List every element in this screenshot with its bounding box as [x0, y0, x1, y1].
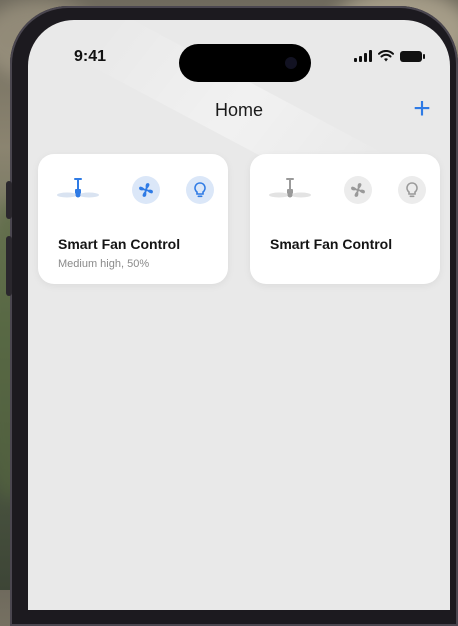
fan-icon — [351, 183, 365, 197]
device-name: Smart Fan Control — [270, 236, 393, 252]
fan-icon — [139, 183, 153, 197]
app-screen: 9:41 Home + Smart Fan Control Medium hig… — [28, 20, 450, 610]
bulb-icon — [406, 182, 418, 198]
device-status: Medium high, 50% — [58, 258, 150, 270]
device-controls — [56, 176, 216, 206]
page-title: Home — [214, 100, 263, 120]
fan-toggle-button[interactable] — [344, 176, 372, 204]
side-button — [6, 236, 12, 296]
light-toggle-button[interactable] — [398, 176, 426, 204]
status-time: 9:41 — [74, 48, 107, 65]
status-icons — [354, 50, 425, 62]
phone-frame: 9:41 Home + Smart Fan Control Medium hig… — [6, 6, 458, 626]
ceiling-fan-icon[interactable] — [268, 176, 312, 206]
side-button — [6, 181, 12, 219]
device-name: Smart Fan Control — [58, 236, 181, 252]
device-card[interactable]: Smart Fan Control — [250, 154, 440, 284]
device-controls — [268, 176, 428, 206]
light-toggle-button[interactable] — [186, 176, 214, 204]
bulb-icon — [194, 182, 206, 198]
battery-icon — [400, 50, 425, 62]
device-card[interactable]: Smart Fan Control Medium high, 50% — [38, 154, 228, 284]
add-device-button[interactable]: + — [406, 94, 438, 126]
fan-toggle-button[interactable] — [132, 176, 160, 204]
wifi-icon — [378, 50, 394, 62]
signal-icon — [354, 50, 372, 62]
dynamic-island — [179, 44, 311, 82]
ceiling-fan-icon[interactable] — [56, 176, 100, 206]
camera-icon — [285, 57, 297, 69]
